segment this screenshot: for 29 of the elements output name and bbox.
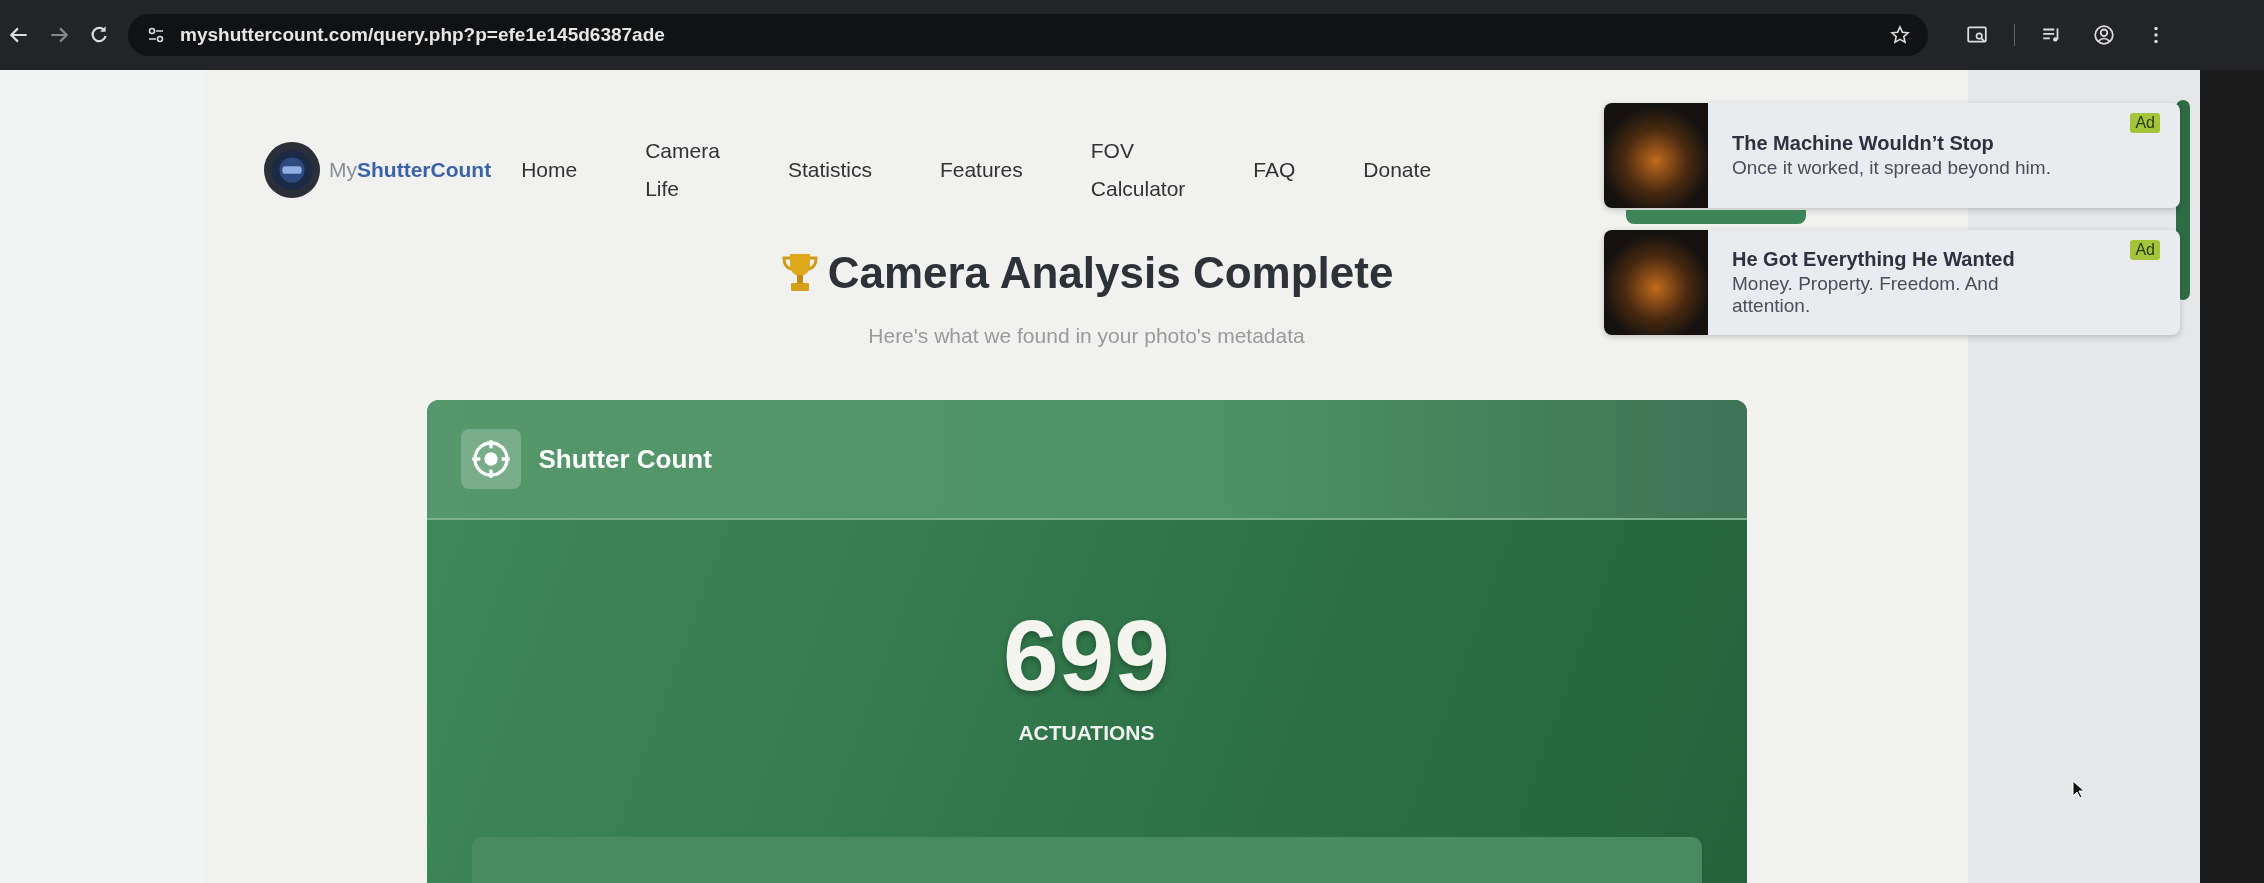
nav-link[interactable]: Features [939, 151, 1023, 189]
ad-title: The Machine Wouldn’t Stop [1732, 132, 1995, 155]
page-title: Camera Analysis Complete [827, 248, 1394, 298]
actuation-count: 699 [1003, 598, 1170, 713]
nav-link[interactable]: Donate [1363, 151, 1432, 189]
ad-card[interactable]: He Got Everything He Wanted Money. Property. Freedom. And attention. Ad [1604, 230, 2180, 335]
nav-link[interactable]: Camera Life [645, 132, 720, 208]
nav-link[interactable]: Statistics [787, 151, 872, 189]
ad-badge: Ad [2130, 240, 2160, 260]
camera-lens-logo-icon[interactable] [263, 141, 321, 199]
url-text: myshuttercount.com/query.php?p=efe1e145d6387ade [180, 24, 665, 46]
nav-link[interactable]: FOV Calculator [1090, 132, 1186, 208]
card-title: Shutter Count [538, 443, 712, 475]
address-bar[interactable]: myshuttercount.com/query.php?p=efe1e145d6387ade [128, 14, 1928, 56]
ad-card[interactable]: The Machine Wouldn’t Stop Once it worked, it spread beyond him. Ad [1604, 103, 2180, 208]
ad-description: Once it worked, it spread beyond him. [1732, 157, 2052, 179]
profile-icon[interactable] [2093, 24, 2115, 46]
nav-link[interactable]: FAQ [1253, 151, 1296, 189]
ad-title: He Got Everything He Wanted [1732, 248, 2016, 271]
mouse-pointer-icon [2072, 780, 2086, 800]
site-settings-icon[interactable] [146, 25, 166, 45]
crosshair-icon [470, 439, 511, 479]
count-label: ACTUATIONS [1018, 721, 1155, 745]
page-subtitle: Here's what we found in your photo's metadata [868, 324, 1305, 348]
site-logo-text[interactable]: MyShutterCount [329, 158, 492, 182]
ad-badge: Ad [2130, 113, 2160, 133]
ad-description: Money. Property. Freedom. And attention. [1732, 273, 2000, 317]
nav-link[interactable]: Home [521, 151, 578, 189]
bookmark-star-icon[interactable] [1890, 25, 1910, 45]
